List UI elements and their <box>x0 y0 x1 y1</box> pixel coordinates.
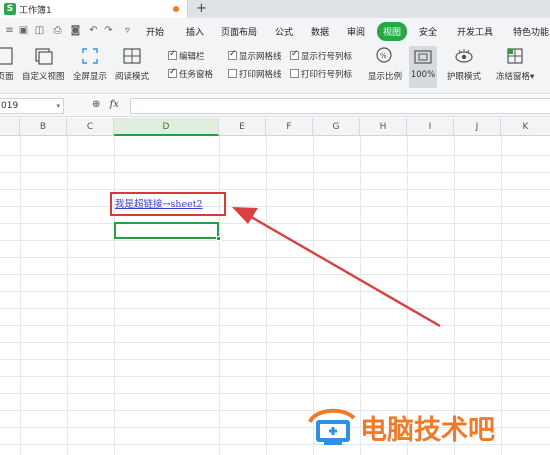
annotation-arrow-icon <box>232 207 441 328</box>
watermark-text: 电脑技术吧 <box>360 415 495 446</box>
watermark: 电脑技术吧 <box>300 404 550 450</box>
watermark-logo-icon <box>308 408 356 445</box>
